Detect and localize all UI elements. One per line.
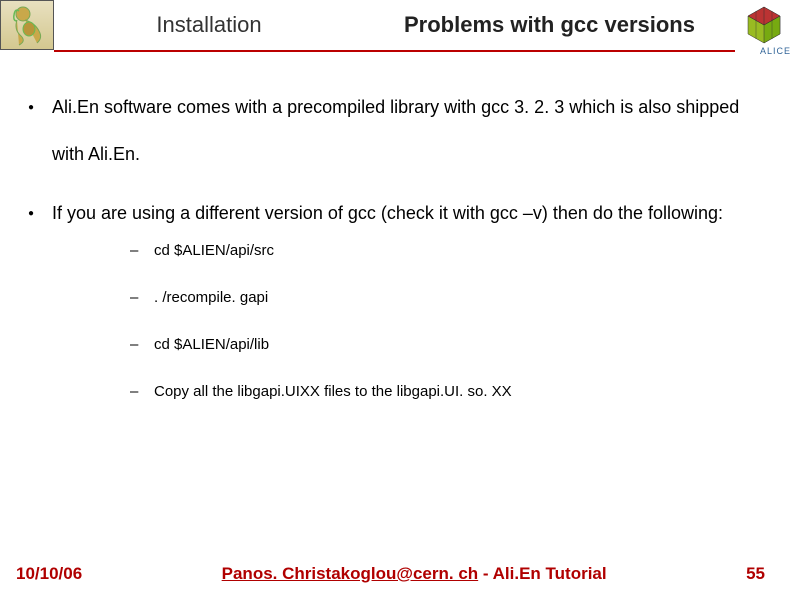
footer-page-number: 55 <box>746 564 765 584</box>
footer-email-link[interactable]: Panos. Christakoglou@cern. ch <box>222 564 479 583</box>
sub-list-item: Copy all the libgapi.UIXX files to the l… <box>130 381 769 402</box>
right-logo-box: ALICE <box>735 0 793 50</box>
sub-list-item: cd $ALIEN/api/src <box>130 240 769 261</box>
greek-figure-icon <box>5 3 49 47</box>
alice-label: ALICE <box>760 46 791 56</box>
slide-header: Installation Problems with gcc versions … <box>0 0 793 52</box>
sub-list-item: cd $ALIEN/api/lib <box>130 334 769 355</box>
footer-date: 10/10/06 <box>16 564 82 584</box>
list-item: If you are using a different version of … <box>24 190 769 403</box>
main-bullet-list: Ali.En software comes with a precompiled… <box>24 84 769 402</box>
slide-content: Ali.En software comes with a precompiled… <box>0 52 793 402</box>
left-logo-box <box>0 0 54 50</box>
footer-center: Panos. Christakoglou@cern. ch - Ali.En T… <box>82 564 746 584</box>
list-item-text: If you are using a different version of … <box>52 203 723 223</box>
sub-list-item: . /recompile. gapi <box>130 287 769 308</box>
sub-bullet-list: cd $ALIEN/api/src . /recompile. gapi cd … <box>130 240 769 402</box>
list-item: Ali.En software comes with a precompiled… <box>24 84 769 178</box>
footer-suffix: - Ali.En Tutorial <box>478 564 606 583</box>
alice-detector-icon <box>740 3 788 47</box>
header-title-right: Problems with gcc versions <box>364 0 735 52</box>
slide-footer: 10/10/06 Panos. Christakoglou@cern. ch -… <box>0 564 793 584</box>
header-title-left: Installation <box>54 0 364 52</box>
